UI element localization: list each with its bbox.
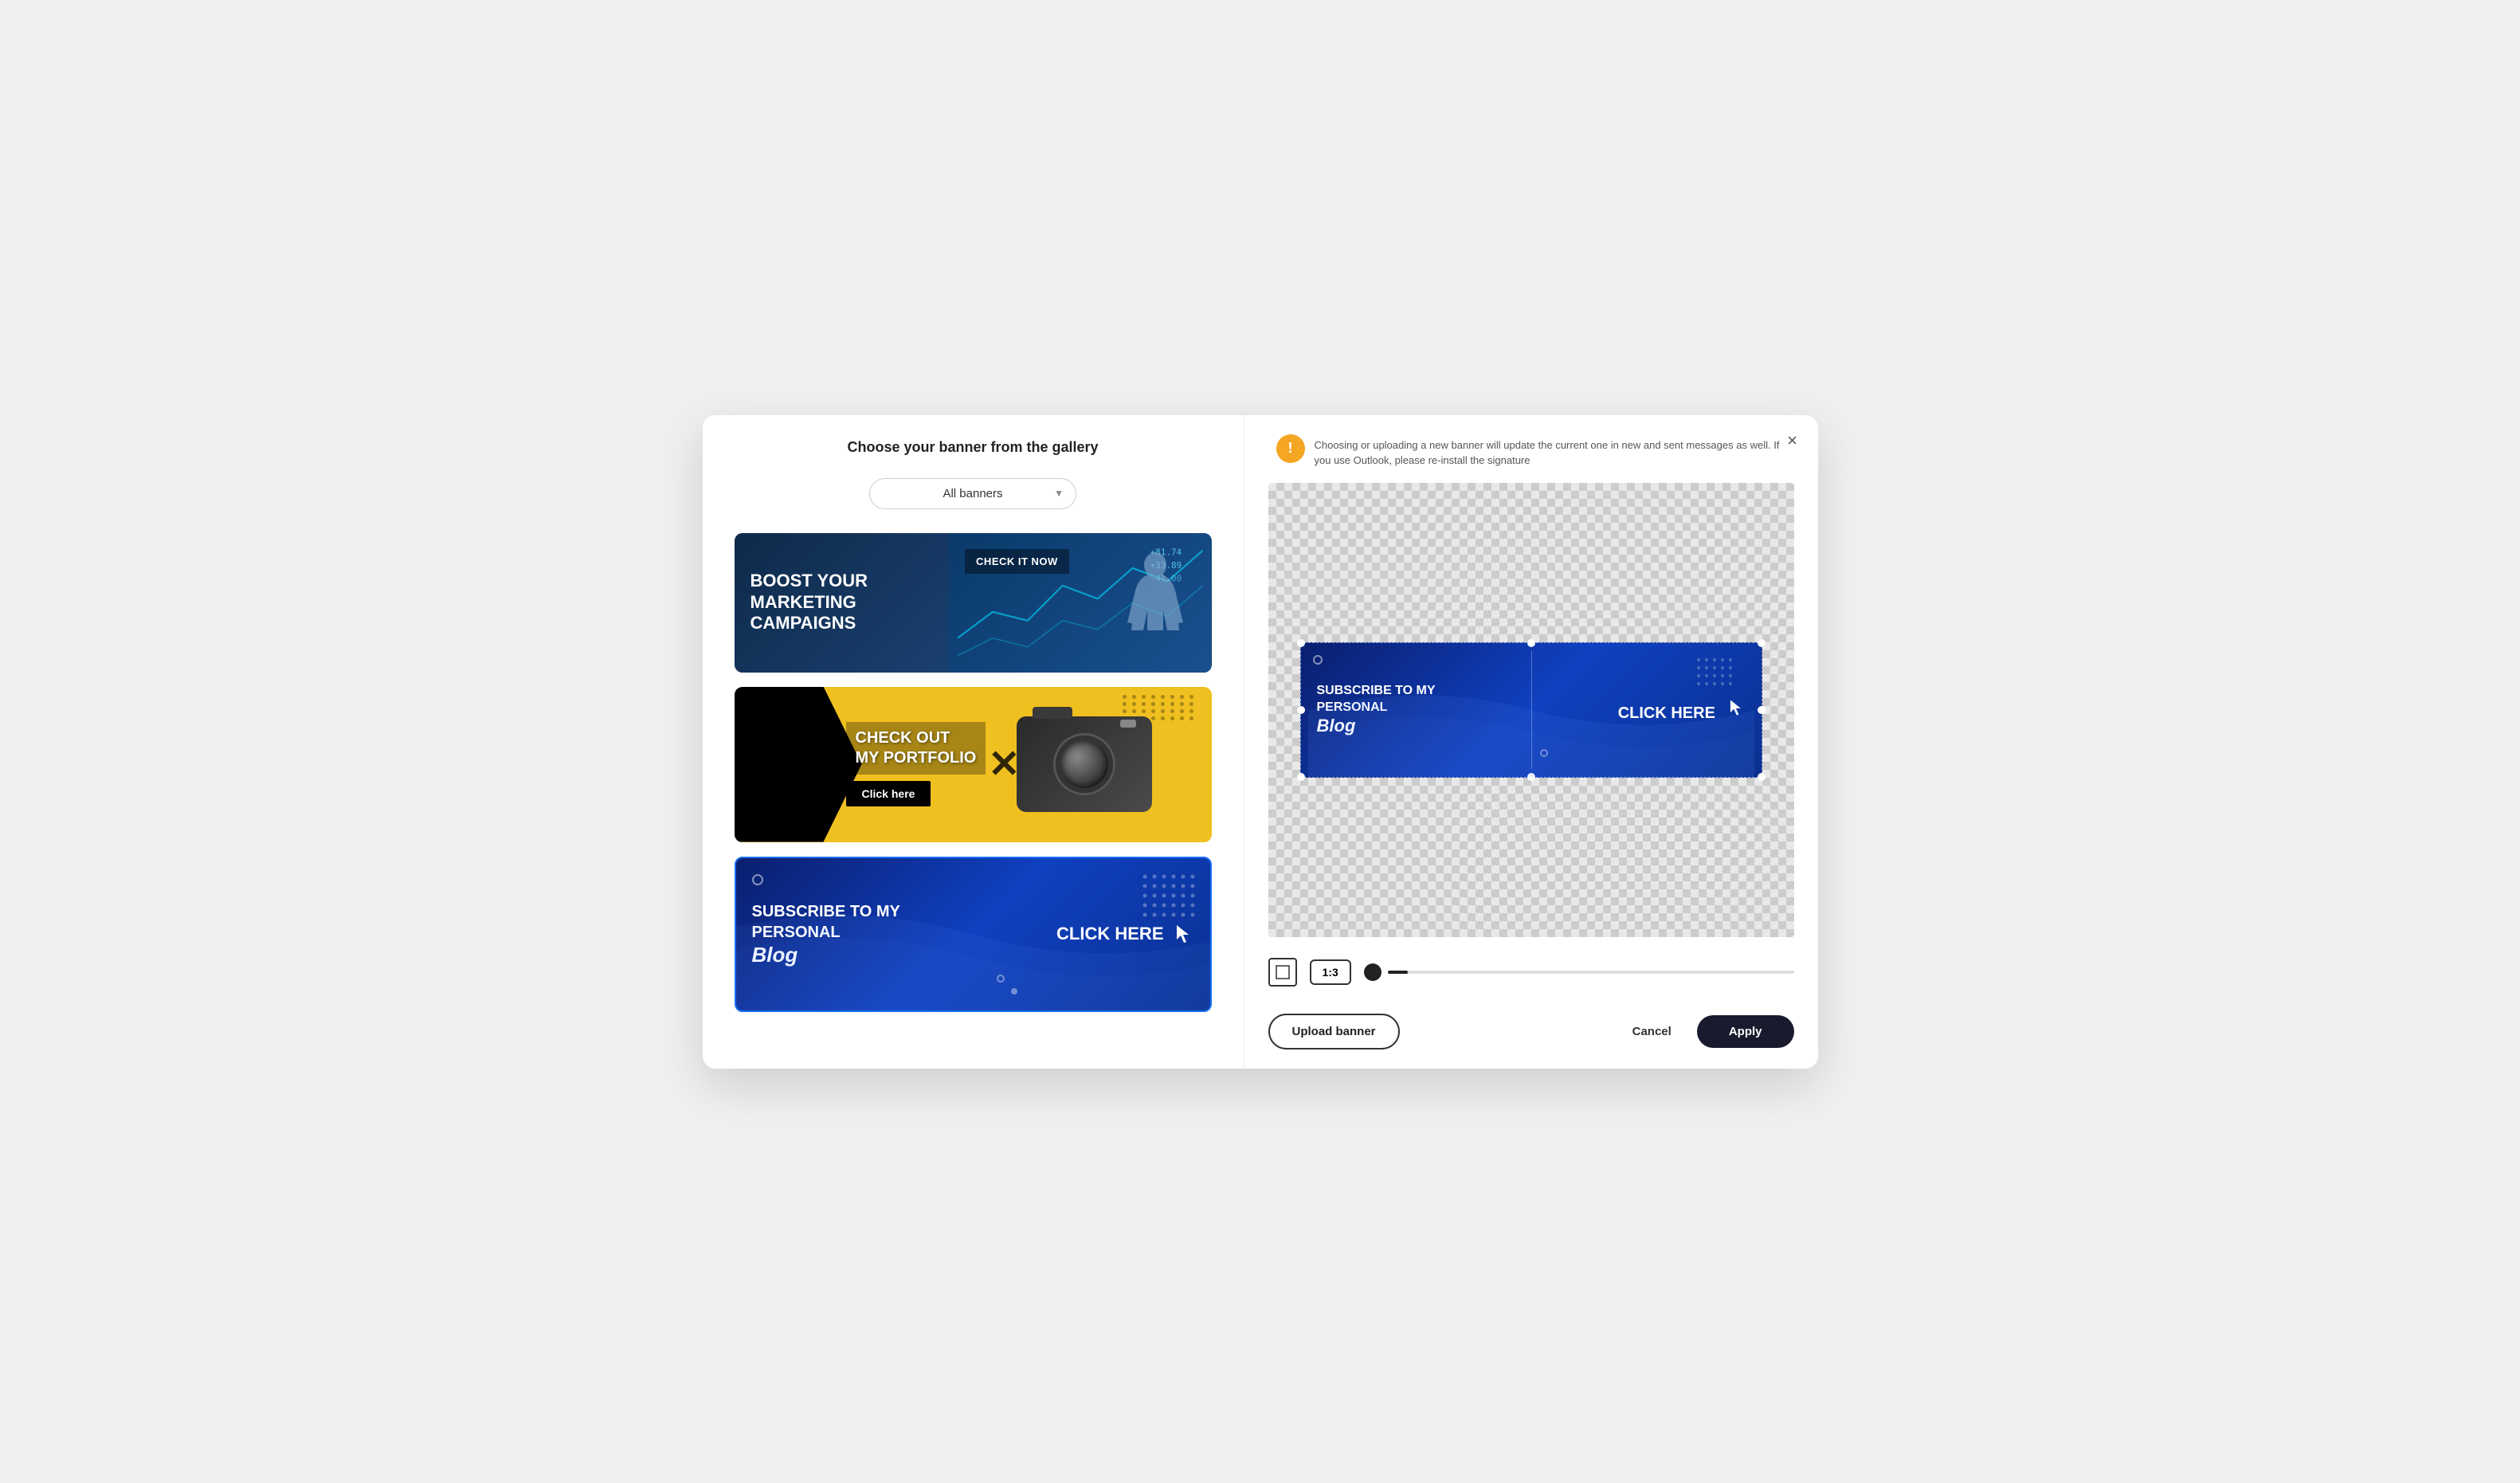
controls-bar: 1:3 — [1268, 951, 1794, 993]
banner-blog-title: SUBSCRIBE TO MYPERSONAL — [752, 901, 1025, 943]
preview-blog-title: SUBSCRIBE TO MY PERSONAL — [1317, 683, 1542, 716]
modal-container: × Choose your banner from the gallery Al… — [703, 415, 1818, 1069]
dots-grid-deco — [1139, 870, 1202, 926]
banner-blog-cta-text: CLICK HERE — [1056, 922, 1193, 946]
crop-icon — [1276, 965, 1290, 979]
preview-area: SUBSCRIBE TO MY PERSONAL Blog CLICK HERE — [1268, 483, 1794, 937]
handle-bottom-right[interactable] — [1758, 773, 1766, 781]
preview-blog-text-section: SUBSCRIBE TO MY PERSONAL Blog — [1301, 671, 1558, 749]
handle-bottom-left[interactable] — [1297, 773, 1305, 781]
banner-card-marketing[interactable]: BOOST YOURMARKETINGCAMPAIGNS CHECK IT NO… — [735, 533, 1212, 673]
preview-divider — [1531, 651, 1532, 769]
apply-button[interactable]: Apply — [1697, 1015, 1794, 1048]
banner-blog-text-section: SUBSCRIBE TO MYPERSONAL Blog — [736, 885, 1041, 983]
banner-card-blog[interactable]: SUBSCRIBE TO MYPERSONAL Blog CLICK HERE — [735, 857, 1212, 1012]
cursor-icon — [1170, 922, 1194, 946]
handle-middle-left[interactable] — [1297, 706, 1305, 714]
zoom-slider-container — [1364, 963, 1794, 981]
camera-decoration — [1005, 704, 1164, 824]
preview-blog-italic: Blog — [1317, 716, 1542, 736]
zoom-fill — [1388, 971, 1408, 974]
handle-middle-bottom[interactable] — [1527, 773, 1535, 781]
warning-section: ! Choosing or uploading a new banner wil… — [1268, 434, 1794, 469]
preview-dots-grid — [1694, 655, 1750, 703]
camera-flash — [1120, 720, 1136, 728]
filter-dropdown[interactable]: All banners Marketing Portfolio Blog — [869, 478, 1076, 509]
handle-top-left[interactable] — [1297, 639, 1305, 647]
upload-banner-button[interactable]: Upload banner — [1268, 1014, 1400, 1049]
person-silhouette — [1123, 551, 1187, 654]
ratio-button[interactable]: 1:3 — [1310, 959, 1351, 985]
warning-icon: ! — [1276, 434, 1305, 463]
banner-portfolio-content: CHECK OUTMY PORTFOLIO Click here — [846, 722, 986, 806]
camera-lens — [1056, 736, 1113, 793]
action-buttons-group: Cancel Apply — [1620, 1015, 1794, 1048]
zoom-track[interactable] — [1388, 971, 1794, 974]
cancel-button[interactable]: Cancel — [1620, 1015, 1684, 1048]
filter-dropdown-container: All banners Marketing Portfolio Blog ▼ — [735, 478, 1212, 509]
handle-middle-right[interactable] — [1758, 706, 1766, 714]
close-button[interactable]: × — [1780, 428, 1805, 453]
banner-marketing-right: CHECK IT NOW +81.74 +33.89 -41.00 — [949, 533, 1211, 673]
preview-banner: SUBSCRIBE TO MY PERSONAL Blog CLICK HERE — [1300, 642, 1762, 778]
banner-portfolio-shape — [735, 687, 862, 842]
left-panel: Choose your banner from the gallery All … — [703, 415, 1244, 1069]
banner-card-portfolio[interactable]: CHECK OUTMY PORTFOLIO Click here ✕ — [735, 687, 1212, 842]
gallery-title: Choose your banner from the gallery — [735, 439, 1212, 456]
banners-list: BOOST YOURMARKETINGCAMPAIGNS CHECK IT NO… — [735, 533, 1212, 1012]
zoom-dot — [1364, 963, 1381, 981]
camera-top — [1033, 707, 1072, 719]
circle-deco-1 — [752, 874, 763, 885]
preview-circle-deco-1 — [1313, 655, 1323, 665]
handle-top-right[interactable] — [1758, 639, 1766, 647]
banner-blog-italic: Blog — [752, 943, 1025, 967]
crop-button[interactable] — [1268, 958, 1297, 987]
warning-text: Choosing or uploading a new banner will … — [1315, 434, 1786, 469]
banner-marketing-inner: BOOST YOURMARKETINGCAMPAIGNS CHECK IT NO… — [735, 533, 1212, 673]
right-panel: ! Choosing or uploading a new banner wil… — [1244, 415, 1818, 1069]
preview-circle-deco-2 — [1540, 749, 1548, 757]
banner-portfolio-cta: Click here — [846, 781, 931, 806]
banner-marketing-left: BOOST YOURMARKETINGCAMPAIGNS — [735, 533, 950, 673]
filter-dropdown-wrapper[interactable]: All banners Marketing Portfolio Blog ▼ — [869, 478, 1076, 509]
circle-deco-2 — [997, 975, 1005, 983]
handle-middle-top[interactable] — [1527, 639, 1535, 647]
banner-portfolio-title: CHECK OUTMY PORTFOLIO — [846, 722, 986, 775]
bottom-actions: Upload banner Cancel Apply — [1268, 1007, 1794, 1049]
banner-marketing-title: BOOST YOURMARKETINGCAMPAIGNS — [751, 571, 868, 634]
